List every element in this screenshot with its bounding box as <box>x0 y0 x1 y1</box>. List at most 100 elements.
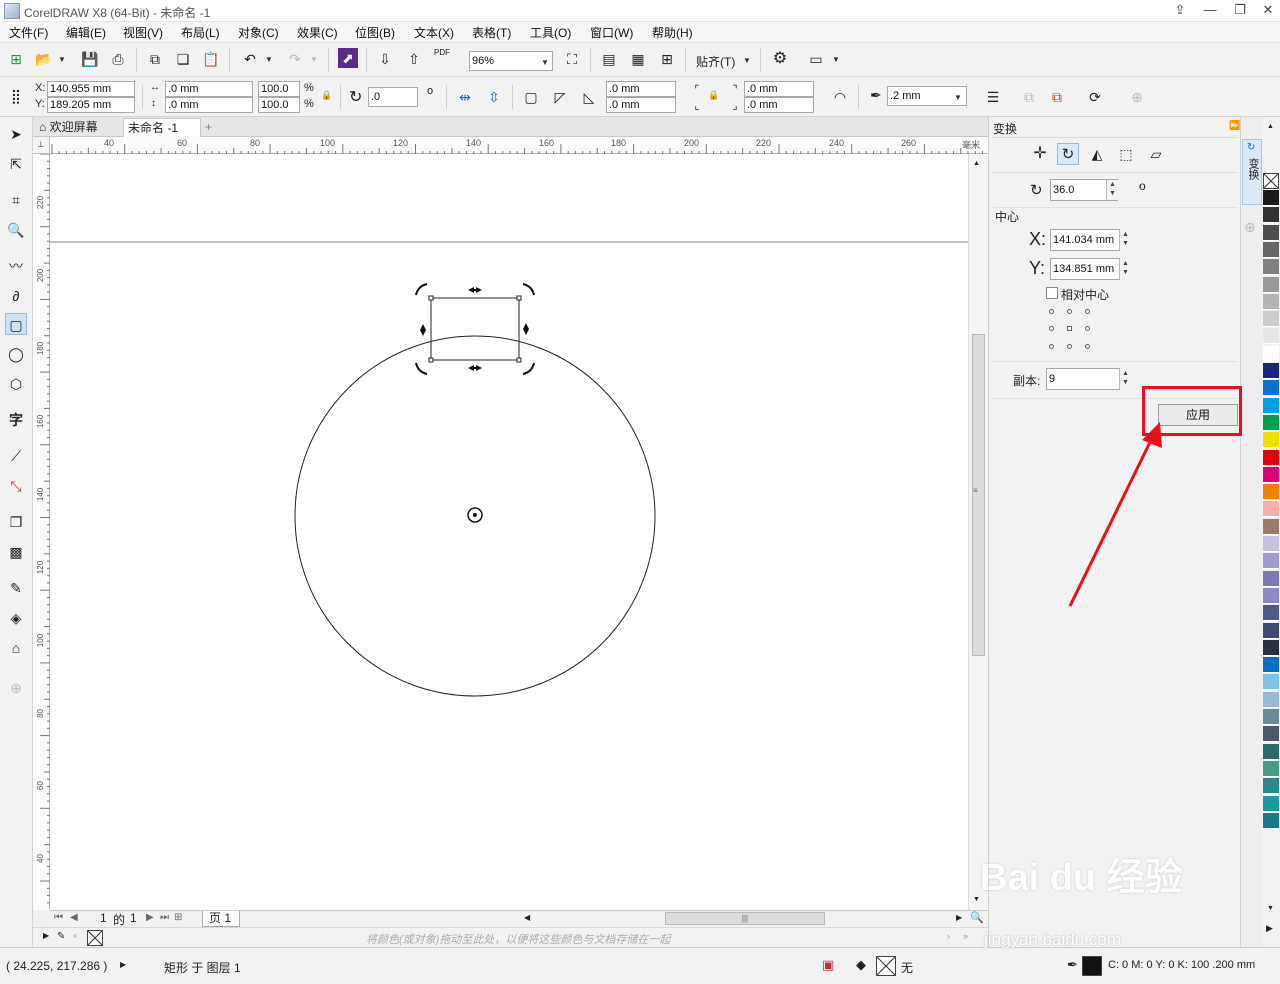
zoom-dropdown-icon[interactable]: ▼ <box>541 58 549 67</box>
save-icon[interactable]: 💾 <box>79 48 101 70</box>
anchor-bottom-left[interactable] <box>1049 344 1054 349</box>
palette-swatch[interactable] <box>1263 190 1279 206</box>
palette-swatch[interactable] <box>1263 449 1279 466</box>
palette-swatch[interactable] <box>1263 536 1279 552</box>
scale-x-field[interactable]: 100.0 <box>258 81 300 97</box>
position-y-field[interactable]: 189.205 mm <box>47 97 135 113</box>
artistic-media-tool-icon[interactable]: ∂ <box>5 285 27 307</box>
palette-no-color-swatch[interactable] <box>1263 173 1279 189</box>
palette-end-icon[interactable]: » <box>963 931 968 941</box>
scale-y-field[interactable]: 100.0 <box>258 97 300 113</box>
center-y-spinner[interactable]: ▲ ▼ <box>1119 259 1131 279</box>
palette-swatch[interactable] <box>1263 432 1279 449</box>
status-expand-icon[interactable]: ▶ <box>120 960 126 969</box>
vertical-scrollbar[interactable]: ▲ ≡ ▼ <box>968 154 988 910</box>
ruler-origin-icon[interactable]: ⊥ <box>33 137 50 154</box>
position-transform-icon[interactable]: ✛ <box>1029 143 1051 165</box>
rotation-spinner[interactable]: ▲ ▼ <box>1106 180 1118 200</box>
horizontal-ruler[interactable]: 40 60 80 100 120 140 160 180 200 220 240… <box>50 137 988 154</box>
ellipse-tool-icon[interactable]: ◯ <box>5 343 27 365</box>
palette-swatch[interactable] <box>1263 657 1279 674</box>
last-page-icon[interactable]: ⏭ <box>160 912 169 923</box>
palette-swatch[interactable] <box>1263 674 1279 691</box>
width-field[interactable]: .0 mm <box>165 81 253 97</box>
palette-swatch[interactable] <box>1263 587 1279 604</box>
rotate-transform-icon[interactable]: ↻ <box>1057 143 1079 165</box>
palette-swatch[interactable] <box>1263 518 1279 535</box>
to-back-icon[interactable]: ⧉ <box>1046 86 1068 108</box>
corner-radius-3-field[interactable]: .0 mm <box>744 81 814 97</box>
close-icon[interactable]: ✕ <box>1252 0 1280 22</box>
height-field[interactable]: .0 mm <box>165 97 253 113</box>
palette-swatch[interactable] <box>1263 795 1279 812</box>
palette-swatch[interactable] <box>1263 812 1279 829</box>
palette-flyout-icon[interactable]: ▶ <box>1266 923 1273 934</box>
palette-swatch[interactable] <box>1263 224 1279 241</box>
export-icon[interactable]: ⇧ <box>403 48 425 70</box>
object-origin-icon[interactable]: ⣿ <box>5 85 27 107</box>
zoom-to-page-icon[interactable]: ⛶ <box>561 48 583 70</box>
palette-swatch[interactable] <box>1263 570 1279 587</box>
center-y-input[interactable]: 134.851 mm <box>1050 258 1120 280</box>
anchor-bottom-right[interactable] <box>1085 344 1090 349</box>
menu-text[interactable]: 文本(X) <box>414 24 454 41</box>
show-guidelines-icon[interactable]: ⊞ <box>656 48 678 70</box>
copy-icon[interactable]: ❏ <box>172 48 194 70</box>
corner-radius-4-field[interactable]: .0 mm <box>744 97 814 113</box>
round-corner-icon[interactable]: ▢ <box>520 86 542 108</box>
palette-swatch[interactable] <box>1263 622 1279 639</box>
palette-expand-icon[interactable]: ▶ <box>43 931 49 940</box>
first-page-icon[interactable]: ⏮ <box>54 912 63 923</box>
copies-input[interactable]: 9 <box>1046 368 1120 390</box>
corner-radius-2-field[interactable]: .0 mm <box>606 97 676 113</box>
snap-to-label[interactable]: 贴齐(T) <box>696 53 735 70</box>
scroll-left-icon[interactable]: ◀ <box>524 913 530 922</box>
show-grid-icon[interactable]: ▦ <box>627 48 649 70</box>
drawing-canvas[interactable] <box>50 154 968 910</box>
connector-tool-icon[interactable]: ⤡ <box>5 475 27 497</box>
zoom-tool-icon[interactable]: 🔍 <box>5 219 27 241</box>
redo-dropdown-icon[interactable]: ▼ <box>310 55 318 64</box>
parallel-dimension-tool-icon[interactable]: ⟋ <box>5 445 27 467</box>
palette-swatch[interactable] <box>1263 466 1279 483</box>
convert-to-curves-icon[interactable]: ⟳ <box>1084 86 1106 108</box>
tab-untitled-1[interactable]: 未命名 -1 <box>123 118 201 137</box>
minimize-icon[interactable]: — <box>1194 0 1226 22</box>
palette-down-icon[interactable]: ▼ <box>1267 905 1274 912</box>
scale-mirror-transform-icon[interactable]: ◭ <box>1086 143 1108 165</box>
relative-corner-scale-icon[interactable]: ◠ <box>829 86 851 108</box>
snap-dropdown-icon[interactable]: ▼ <box>743 56 751 65</box>
help-window-icon[interactable]: ⇪ <box>1164 0 1196 22</box>
freehand-tool-icon[interactable]: 〰 <box>5 255 27 277</box>
page-tab[interactable]: 页 1 <box>202 911 240 927</box>
palette-swatch[interactable] <box>1263 345 1279 362</box>
anchor-bottom-center[interactable] <box>1067 344 1072 349</box>
wrap-text-icon[interactable]: ☰ <box>982 86 1004 108</box>
next-page-icon[interactable]: ▶ <box>146 912 154 923</box>
undo-icon[interactable]: ↶ <box>239 48 261 70</box>
no-color-swatch[interactable] <box>87 930 103 946</box>
mirror-horizontal-icon[interactable]: ⇹ <box>454 86 476 108</box>
palette-swatch[interactable] <box>1263 311 1279 328</box>
transform-docker-tab[interactable]: ↻ 变换 <box>1242 139 1262 205</box>
menu-view[interactable]: 视图(V) <box>123 24 163 41</box>
transparency-tool-icon[interactable]: ▩ <box>5 541 27 563</box>
tab-welcome-screen[interactable]: ⌂ 欢迎屏幕 <box>35 118 121 137</box>
paste-icon[interactable]: 📋 <box>200 48 222 70</box>
anchor-top-center[interactable] <box>1067 309 1072 314</box>
text-tool-icon[interactable]: 字 <box>5 409 27 431</box>
outline-width-dropdown-icon[interactable]: ▼ <box>954 93 962 102</box>
anchor-top-right[interactable] <box>1085 309 1090 314</box>
new-tab-plus-icon[interactable]: + <box>201 118 215 137</box>
corner-radius-1-field[interactable]: .0 mm <box>606 81 676 97</box>
anchor-center[interactable] <box>1067 326 1072 331</box>
scroll-right-icon[interactable]: ▶ <box>956 913 962 922</box>
to-front-icon[interactable]: ⧉ <box>1018 86 1040 108</box>
menu-bitmap[interactable]: 位图(B) <box>355 24 395 41</box>
palette-swatch[interactable] <box>1263 363 1279 379</box>
anchor-middle-left[interactable] <box>1049 326 1054 331</box>
redo-icon[interactable]: ↷ <box>284 48 306 70</box>
palette-swatch[interactable] <box>1263 605 1279 622</box>
palette-swatch[interactable] <box>1263 414 1279 431</box>
previous-page-icon[interactable]: ◀ <box>70 912 78 923</box>
